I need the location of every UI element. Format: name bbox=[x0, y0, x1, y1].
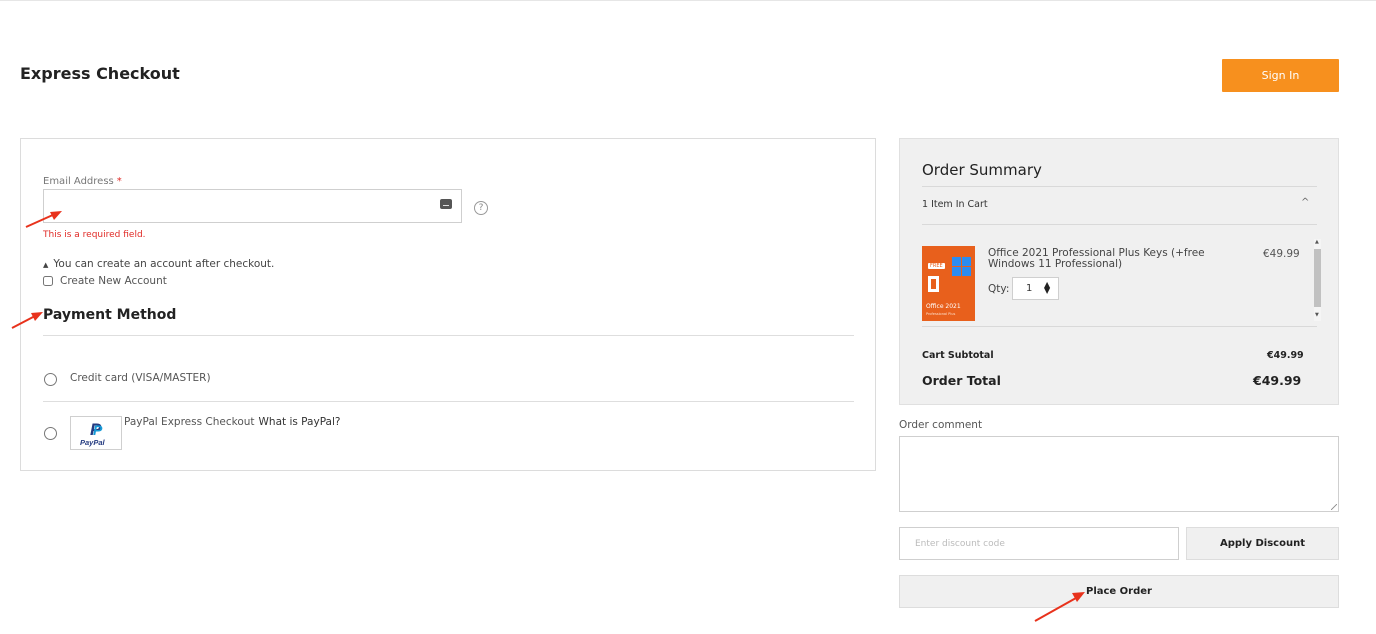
create-account-label[interactable]: Create New Account bbox=[60, 275, 167, 287]
place-order-button[interactable]: Place Order bbox=[899, 575, 1339, 608]
email-label: Email Address * bbox=[43, 176, 122, 187]
page-title: Express Checkout bbox=[20, 64, 180, 83]
annotation-arrow-icon bbox=[1034, 592, 1085, 622]
windows-logo-icon bbox=[952, 257, 971, 276]
paypal-method-label[interactable]: PayPal Express Checkout bbox=[124, 416, 255, 428]
account-info-text: ▲ You can create an account after checkou… bbox=[43, 258, 274, 270]
spinner-arrows-icon[interactable]: ▲ ▼ bbox=[1044, 281, 1050, 295]
cart-subtotal-label: Cart Subtotal bbox=[922, 350, 994, 361]
divider bbox=[922, 224, 1317, 225]
scrollbar-thumb[interactable] bbox=[1314, 249, 1321, 307]
product-image-title: Office 2021 bbox=[926, 303, 961, 310]
apply-discount-button[interactable]: Apply Discount bbox=[1186, 527, 1339, 560]
order-summary-title: Order Summary bbox=[922, 161, 1042, 179]
credit-card-label[interactable]: Credit card (VISA/MASTER) bbox=[70, 372, 211, 384]
what-is-paypal-link[interactable]: What is PayPal? bbox=[259, 416, 341, 428]
checkout-form-panel: Email Address * ? This is a required fiel… bbox=[20, 138, 876, 471]
office-logo-icon bbox=[928, 276, 939, 292]
cart-scrollbar[interactable]: ▲ ▼ bbox=[1314, 239, 1321, 321]
product-image-subtitle: Professional Plus bbox=[926, 312, 956, 316]
order-comment-label: Order comment bbox=[899, 419, 983, 431]
divider bbox=[43, 335, 854, 336]
account-info-label: You can create an account after checkout… bbox=[53, 258, 275, 270]
divider bbox=[922, 186, 1317, 187]
items-in-cart-toggle[interactable]: 1 Item In Cart bbox=[922, 199, 988, 210]
triangle-up-icon: ▲ bbox=[43, 261, 49, 269]
divider bbox=[43, 401, 854, 402]
chevron-up-icon[interactable]: ^ bbox=[1301, 197, 1309, 208]
annotation-arrow-icon bbox=[25, 211, 62, 228]
order-summary-panel: Order Summary 1 Item In Cart ^ FREE Offi… bbox=[899, 138, 1339, 405]
required-mark: * bbox=[116, 176, 122, 187]
top-border bbox=[0, 0, 1376, 1]
paypal-p-icon-overlay: P bbox=[93, 422, 103, 438]
product-price: €49.99 bbox=[1263, 248, 1300, 260]
resize-grip-icon[interactable] bbox=[1331, 504, 1337, 510]
product-image: FREE Office 2021 Professional Plus bbox=[922, 246, 975, 321]
payment-method-title: Payment Method bbox=[43, 307, 177, 323]
paypal-label: PayPal Express Checkout What is PayPal? bbox=[124, 416, 340, 428]
cart-subtotal-value: €49.99 bbox=[1267, 350, 1304, 361]
discount-code-input[interactable]: Enter discount code bbox=[899, 527, 1179, 560]
paypal-logo: P P PayPal bbox=[70, 416, 122, 450]
product-name: Office 2021 Professional Plus Keys (+fre… bbox=[988, 247, 1205, 270]
paypal-logo-text: PayPal bbox=[80, 438, 105, 447]
create-account-row: Create New Account bbox=[43, 275, 167, 287]
email-error-message: This is a required field. bbox=[43, 230, 146, 240]
qty-label: Qty: bbox=[988, 283, 1010, 295]
order-total-value: €49.99 bbox=[1253, 373, 1302, 388]
free-badge: FREE bbox=[928, 263, 945, 269]
sign-in-button[interactable]: Sign In bbox=[1222, 59, 1339, 92]
order-comment-textarea[interactable] bbox=[899, 436, 1339, 512]
keyboard-icon[interactable] bbox=[440, 199, 452, 209]
help-icon[interactable]: ? bbox=[474, 201, 488, 215]
qty-select[interactable]: 1 ▲ ▼ bbox=[1012, 277, 1059, 300]
email-label-text: Email Address bbox=[43, 176, 114, 187]
paypal-radio[interactable] bbox=[44, 427, 57, 440]
email-input[interactable] bbox=[43, 189, 462, 223]
divider bbox=[922, 326, 1317, 327]
qty-value: 1 bbox=[1026, 283, 1033, 294]
annotation-arrow-icon bbox=[11, 312, 43, 329]
scroll-up-icon[interactable]: ▲ bbox=[1315, 239, 1319, 245]
scroll-down-icon[interactable]: ▼ bbox=[1315, 312, 1319, 318]
credit-card-radio[interactable] bbox=[44, 373, 57, 386]
order-total-label: Order Total bbox=[922, 373, 1001, 388]
create-account-checkbox[interactable] bbox=[43, 276, 53, 286]
